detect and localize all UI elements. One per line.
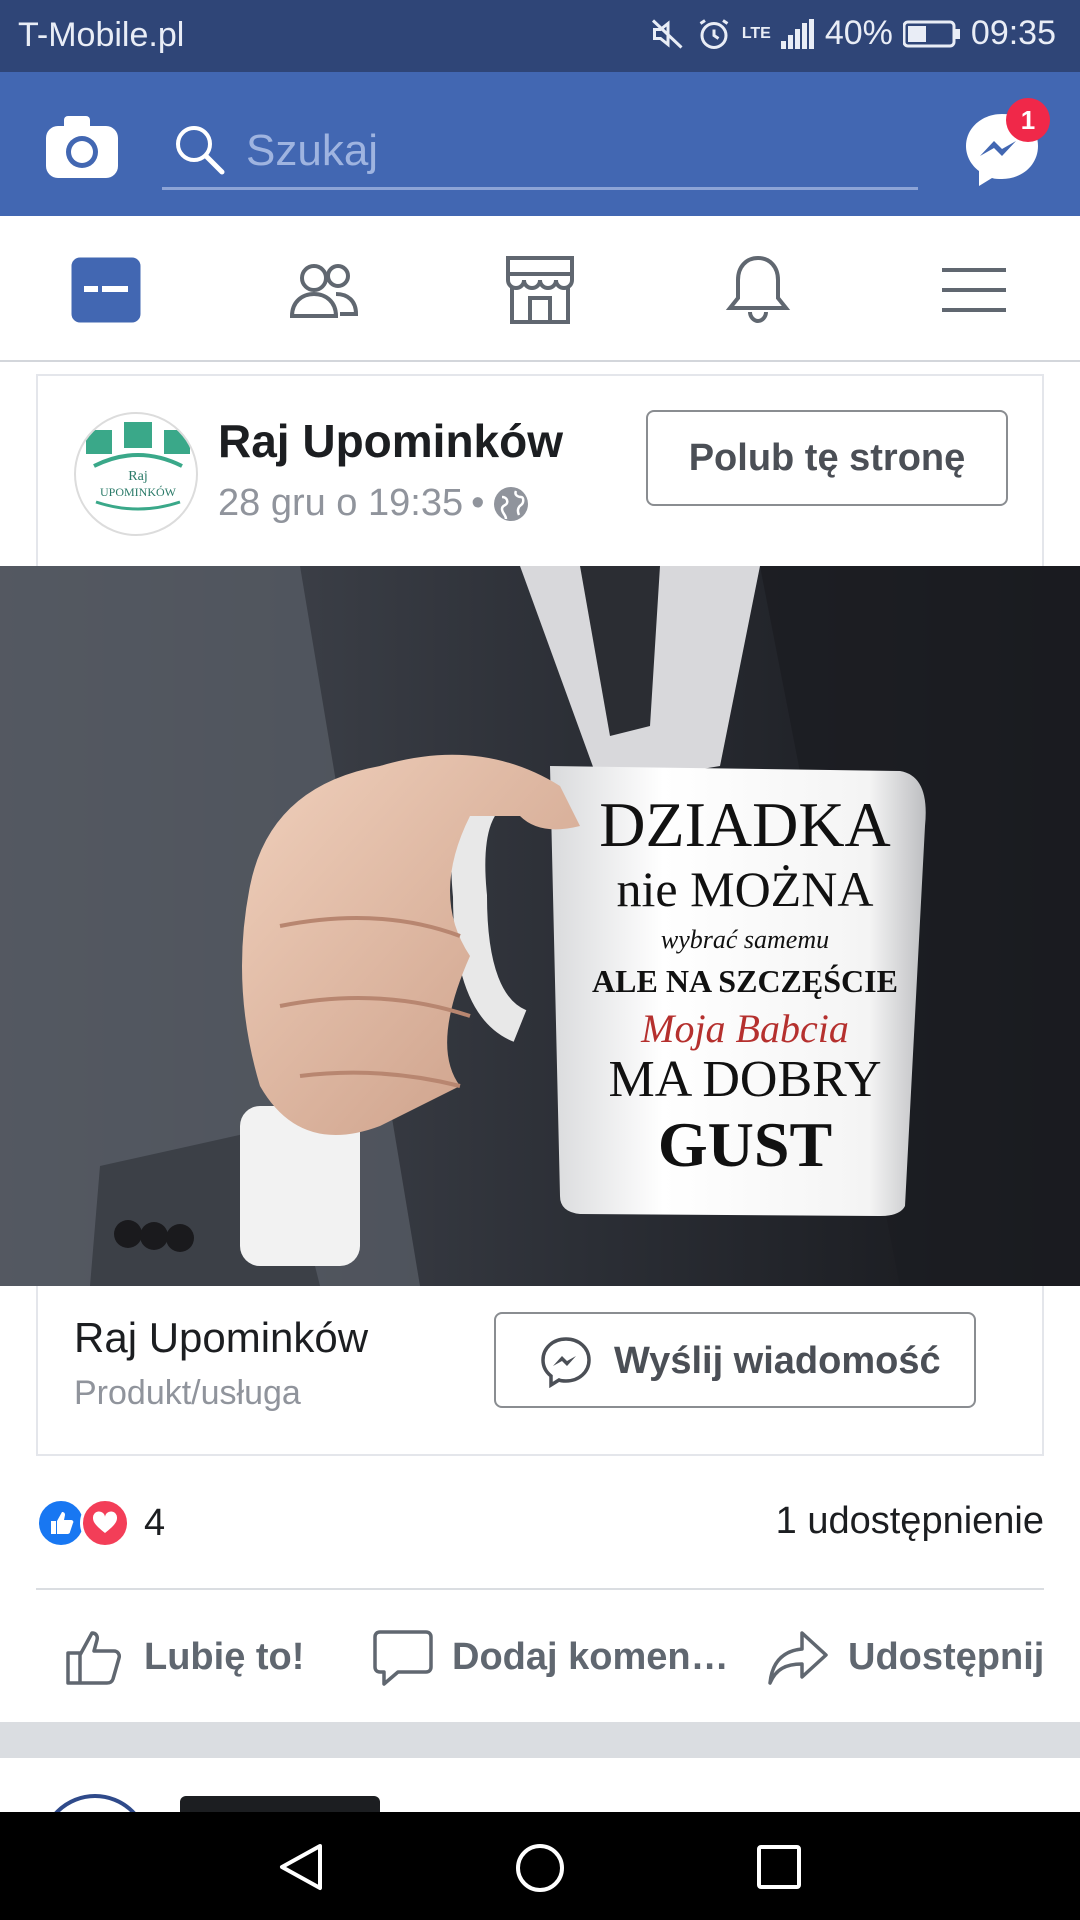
post-image[interactable]: DZIADKA nie MOŻNA wybrać samemu ALE NA S… xyxy=(0,566,1080,1286)
like-button[interactable]: Lubię to! xyxy=(62,1622,304,1692)
battery-percent: 40% xyxy=(824,14,893,52)
mug-text-line: Moja Babcia xyxy=(640,1006,849,1051)
love-reaction-icon xyxy=(80,1498,130,1548)
mug-text-line: wybrać samemu xyxy=(661,925,829,954)
svg-text:Raj: Raj xyxy=(128,469,147,484)
app-header: Szukaj 1 xyxy=(0,72,1080,216)
bell-icon xyxy=(725,255,791,324)
mute-icon xyxy=(651,18,683,49)
android-nav-bar xyxy=(0,1812,1080,1920)
attachment-title: Raj Upominków xyxy=(74,1314,369,1361)
nav-tabs xyxy=(0,216,1080,362)
mug-text-line: nie MOŻNA xyxy=(617,861,874,917)
carrier-name: T-Mobile.pl xyxy=(18,16,185,54)
reactions-summary[interactable]: 4 xyxy=(36,1498,165,1548)
svg-text:UPOMINKÓW: UPOMINKÓW xyxy=(100,485,177,499)
raj-upominkow-logo: Raj UPOMINKÓW xyxy=(86,422,190,511)
mug-text-line: DZIADKA xyxy=(599,789,891,860)
search-icon xyxy=(176,126,225,175)
camera-icon xyxy=(46,116,118,178)
mug-text-line: ALE NA SZCZĘŚCIE xyxy=(592,963,898,999)
share-button[interactable]: Udostępnij xyxy=(766,1622,1044,1692)
tab-notifications[interactable] xyxy=(718,250,798,330)
comment-label: Dodaj komen… xyxy=(452,1635,729,1678)
divider xyxy=(36,1588,1044,1590)
network-type: LTE xyxy=(741,24,771,42)
like-label: Lubię to! xyxy=(144,1635,305,1678)
status-icons: LTE 40% 09:35 xyxy=(650,14,1056,53)
globe-icon xyxy=(494,486,529,521)
news-feed-icon xyxy=(71,257,141,323)
mug-text-line: MA DOBRY xyxy=(608,1051,881,1108)
next-post-avatar xyxy=(40,1794,150,1812)
mug-photo: DZIADKA nie MOŻNA wybrać samemu ALE NA S… xyxy=(0,566,1080,1286)
battery-icon xyxy=(902,20,960,47)
link-attachment[interactable]: Raj Upominków Produkt/usługa Wyślij wiad… xyxy=(36,1286,1044,1456)
share-label: Udostępnij xyxy=(848,1635,1045,1678)
home-icon[interactable] xyxy=(514,1842,566,1894)
messenger-badge: 1 xyxy=(1006,98,1050,142)
like-reaction-icon xyxy=(36,1498,86,1548)
meta-separator: • xyxy=(471,482,485,524)
search-input[interactable]: Szukaj xyxy=(162,110,918,190)
post-timestamp[interactable]: 28 gru o 19:35 xyxy=(218,482,463,525)
camera-button[interactable] xyxy=(46,116,118,178)
signal-icon xyxy=(780,18,814,49)
post-header: Raj UPOMINKÓW Raj Upominków 28 gru o 19:… xyxy=(36,374,1044,566)
tab-news-feed[interactable] xyxy=(66,250,146,330)
send-message-button[interactable]: Wyślij wiadomość xyxy=(494,1312,976,1408)
page-name[interactable]: Raj Upominków xyxy=(218,414,563,468)
feed-separator xyxy=(0,1722,1080,1758)
comment-button[interactable]: Dodaj komen… xyxy=(372,1622,729,1692)
friends-icon xyxy=(289,264,359,318)
status-bar: T-Mobile.pl LTE 40% 09:35 xyxy=(0,0,1080,72)
like-page-button[interactable]: Polub tę stronę xyxy=(646,410,1008,506)
marketplace-icon xyxy=(506,256,574,324)
search-placeholder: Szukaj xyxy=(246,126,379,175)
clock: 09:35 xyxy=(970,14,1056,52)
share-count[interactable]: 1 udostępnienie xyxy=(776,1500,1044,1543)
reaction-count: 4 xyxy=(144,1501,166,1544)
thumbs-up-icon xyxy=(66,1631,121,1685)
mug-text-line: GUST xyxy=(658,1109,832,1180)
tab-menu[interactable] xyxy=(934,250,1014,330)
page-avatar[interactable]: Raj UPOMINKÓW xyxy=(74,412,198,536)
send-message-label: Wyślij wiadomość xyxy=(614,1340,941,1382)
comment-icon xyxy=(373,1630,433,1686)
post-meta: 28 gru o 19:35 • xyxy=(218,482,530,525)
messenger-icon xyxy=(541,1337,591,1388)
tab-friends[interactable] xyxy=(284,250,364,330)
back-icon[interactable] xyxy=(276,1842,326,1892)
alarm-icon xyxy=(699,18,729,49)
hamburger-icon xyxy=(942,268,1006,312)
tab-marketplace[interactable] xyxy=(500,250,580,330)
attachment-subtitle: Produkt/usługa xyxy=(74,1374,301,1412)
recents-icon[interactable] xyxy=(756,1844,802,1890)
share-arrow-icon xyxy=(768,1631,828,1685)
next-post-peek xyxy=(0,1758,1080,1812)
next-post-name-partial xyxy=(180,1796,380,1812)
